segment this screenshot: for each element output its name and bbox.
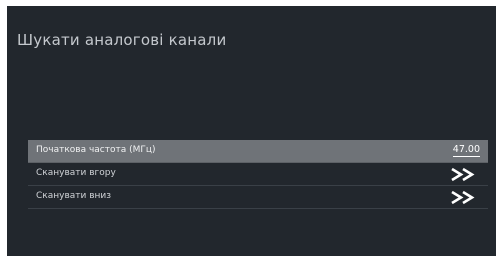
double-chevron-right-icon (451, 167, 475, 182)
scan-options-menu: Початкова частота (МГц) 47.00 Сканувати … (28, 140, 488, 209)
scan-up-row[interactable]: Сканувати вгору (28, 163, 488, 186)
start-frequency-value[interactable]: 47.00 (452, 144, 480, 157)
double-chevron-right-icon (451, 190, 475, 205)
scan-up-label: Сканувати вгору (36, 168, 116, 178)
tv-menu-screen: Шукати аналогові канали Початкова частот… (7, 6, 496, 256)
scan-down-label: Сканувати вниз (36, 191, 112, 201)
page-title: Шукати аналогові канали (17, 31, 227, 49)
scan-down-row[interactable]: Сканувати вниз (28, 186, 488, 209)
start-frequency-row[interactable]: Початкова частота (МГц) 47.00 (28, 140, 488, 163)
start-frequency-label: Початкова частота (МГц) (36, 145, 156, 155)
